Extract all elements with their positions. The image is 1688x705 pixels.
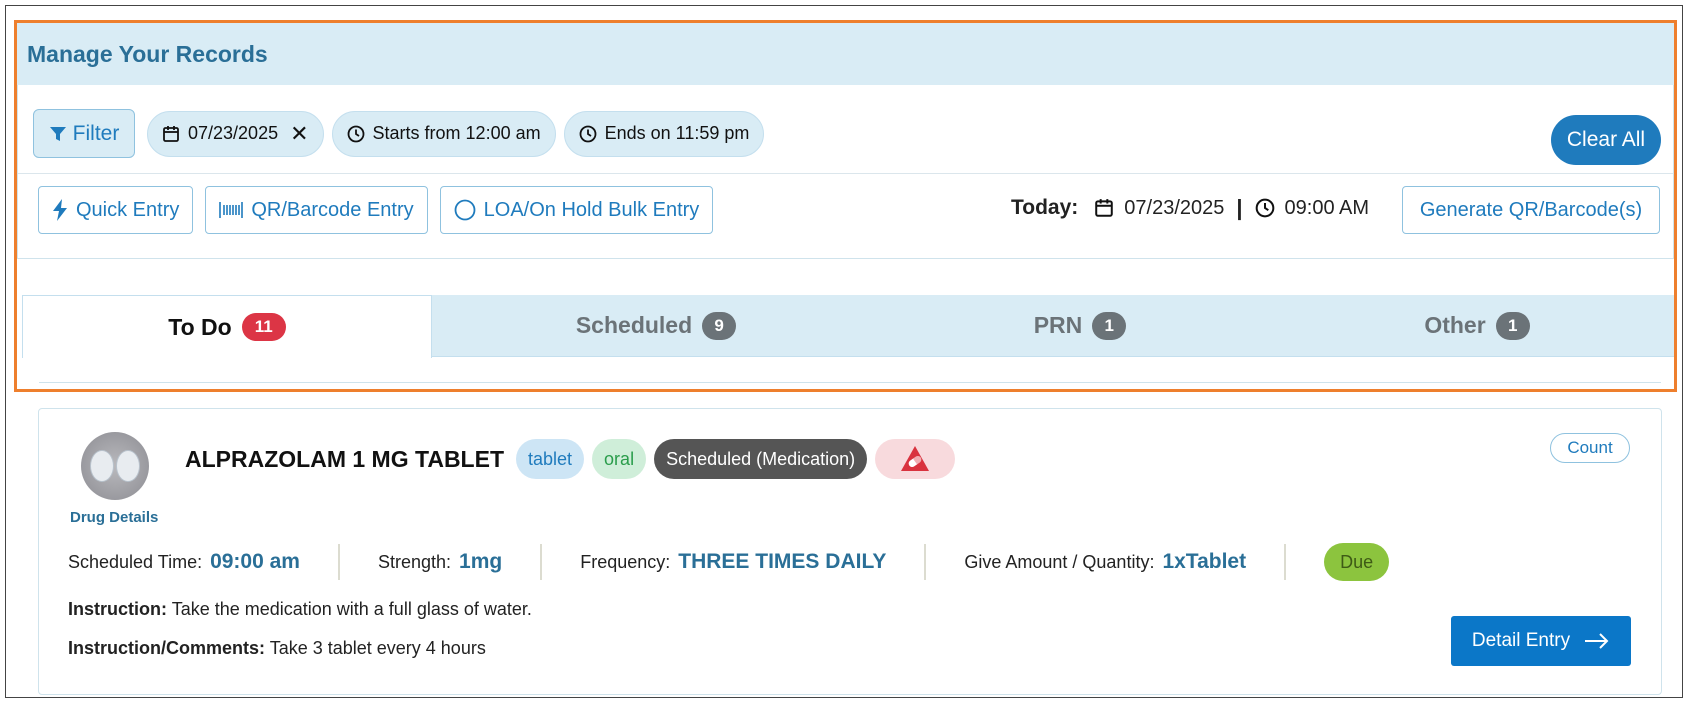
today-label: Today: <box>1011 196 1079 219</box>
count-badge: 1 <box>1092 311 1127 340</box>
lightning-icon <box>53 199 67 221</box>
count-button[interactable]: Count <box>1550 433 1630 463</box>
arrow-right-icon <box>1585 633 1609 649</box>
generate-qr-button[interactable]: Generate QR/Barcode(s) <box>1402 186 1660 234</box>
filter-row: Filter 07/23/2025 ✕ Starts from 12:00 am… <box>33 109 765 158</box>
form-tag: tablet <box>516 439 585 479</box>
start-time-label: Starts from 12:00 am <box>372 123 541 143</box>
today-date: 07/23/2025 <box>1124 196 1225 219</box>
status-badge: Due <box>1324 543 1390 581</box>
clock-icon <box>347 125 364 142</box>
tab-todo[interactable]: To Do 11 <box>22 295 432 358</box>
barcode-icon <box>219 202 244 218</box>
tab-label: To Do <box>168 313 232 340</box>
funnel-icon <box>49 126 66 141</box>
give-amount: Give Amount / Quantity: 1xTablet <box>924 544 1284 580</box>
drug-image[interactable] <box>81 432 149 500</box>
scheduled-time: Scheduled Time: 09:00 am <box>68 544 338 580</box>
status-cell: Due <box>1284 543 1427 581</box>
tab-other[interactable]: Other 1 <box>1280 295 1674 356</box>
tab-label: Scheduled <box>575 312 693 338</box>
instruction-label: Instruction: <box>68 599 167 619</box>
meta-value: 09:00 am <box>210 550 300 573</box>
pill-icon <box>116 450 140 482</box>
today-separator: | <box>1236 195 1243 220</box>
tab-scheduled[interactable]: Scheduled 9 <box>432 295 880 356</box>
start-time-chip[interactable]: Starts from 12:00 am <box>331 110 556 157</box>
tab-bar: To Do 11 Scheduled 9 PRN 1 Other 1 <box>22 295 1674 358</box>
medication-meta: Scheduled Time: 09:00 am Strength: 1mg F… <box>68 542 1427 582</box>
instruction-text: Take the medication with a full glass of… <box>171 599 532 619</box>
today-time: 09:00 AM <box>1284 196 1370 219</box>
quick-entry-label: Quick Entry <box>76 198 180 221</box>
clear-all-button[interactable]: Clear All <box>1551 115 1661 165</box>
page-title: Manage Your Records <box>27 40 268 67</box>
divider <box>39 382 1661 383</box>
meta-key: Scheduled Time: <box>68 551 203 572</box>
clock-icon <box>1255 198 1274 218</box>
schedule-tag: Scheduled (Medication) <box>654 439 868 479</box>
tab-prn[interactable]: PRN 1 <box>880 295 1280 356</box>
calendar-icon <box>163 125 179 142</box>
meta-key: Strength: <box>377 551 452 572</box>
drug-details-link[interactable]: Drug Details <box>70 509 158 526</box>
frequency: Frequency: THREE TIMES DAILY <box>540 544 924 580</box>
app-window: Manage Your Records Filter 07/23/2025 ✕ … <box>5 5 1683 698</box>
date-chip-label: 07/23/2025 <box>188 123 279 143</box>
divider <box>18 173 1673 174</box>
drug-name: ALPRAZOLAM 1 MG TABLET <box>185 445 504 472</box>
filter-label: Filter <box>72 121 120 145</box>
calendar-icon <box>1095 199 1114 217</box>
meta-key: Give Amount / Quantity: <box>964 551 1155 572</box>
panel-header: Manage Your Records <box>17 23 1674 85</box>
pill-icon <box>90 450 114 482</box>
qr-entry-label: QR/Barcode Entry <box>251 198 414 221</box>
meta-value: THREE TIMES DAILY <box>678 550 887 573</box>
loa-entry-label: LOA/On Hold Bulk Entry <box>483 198 700 221</box>
filter-button[interactable]: Filter <box>33 109 135 158</box>
strength: Strength: 1mg <box>337 544 540 580</box>
tab-label: Other <box>1424 312 1486 338</box>
comments-label: Instruction/Comments: <box>68 638 266 658</box>
today-display: Today: 07/23/2025 | 09:00 AM <box>1011 195 1369 221</box>
entry-actions: Quick Entry QR/Barcode Entry LOA/On Hold… <box>38 186 714 234</box>
route-tag: oral <box>592 439 647 479</box>
instruction: Instruction: Take the medication with a … <box>68 599 532 620</box>
clock-icon <box>579 125 597 142</box>
meta-key: Frequency: <box>580 551 671 572</box>
comments-text: Take 3 tablet every 4 hours <box>269 638 486 658</box>
count-badge: 11 <box>241 313 286 341</box>
instruction-comments: Instruction/Comments: Take 3 tablet ever… <box>68 638 486 659</box>
meta-value: 1xTablet <box>1162 550 1247 573</box>
qr-barcode-entry-button[interactable]: QR/Barcode Entry <box>205 186 428 234</box>
detail-entry-button[interactable]: Detail Entry <box>1451 616 1631 666</box>
close-icon[interactable]: ✕ <box>290 121 308 147</box>
count-badge: 1 <box>1495 311 1530 340</box>
meta-value: 1mg <box>459 550 503 573</box>
date-chip[interactable]: 07/23/2025 ✕ <box>147 110 324 157</box>
tab-label: PRN <box>1033 312 1083 338</box>
loa-bulk-entry-button[interactable]: LOA/On Hold Bulk Entry <box>439 186 714 234</box>
end-time-chip[interactable]: Ends on 11:59 pm <box>563 110 765 157</box>
detail-entry-label: Detail Entry <box>1471 630 1571 651</box>
end-time-label: Ends on 11:59 pm <box>604 123 750 143</box>
quick-entry-button[interactable]: Quick Entry <box>38 186 194 234</box>
controlled-substance-icon <box>875 439 956 479</box>
circle-icon <box>454 199 476 221</box>
count-badge: 9 <box>702 311 737 340</box>
drug-title-row: ALPRAZOLAM 1 MG TABLET tablet oral Sched… <box>185 439 956 479</box>
medication-card: Drug Details ALPRAZOLAM 1 MG TABLET tabl… <box>38 408 1662 695</box>
